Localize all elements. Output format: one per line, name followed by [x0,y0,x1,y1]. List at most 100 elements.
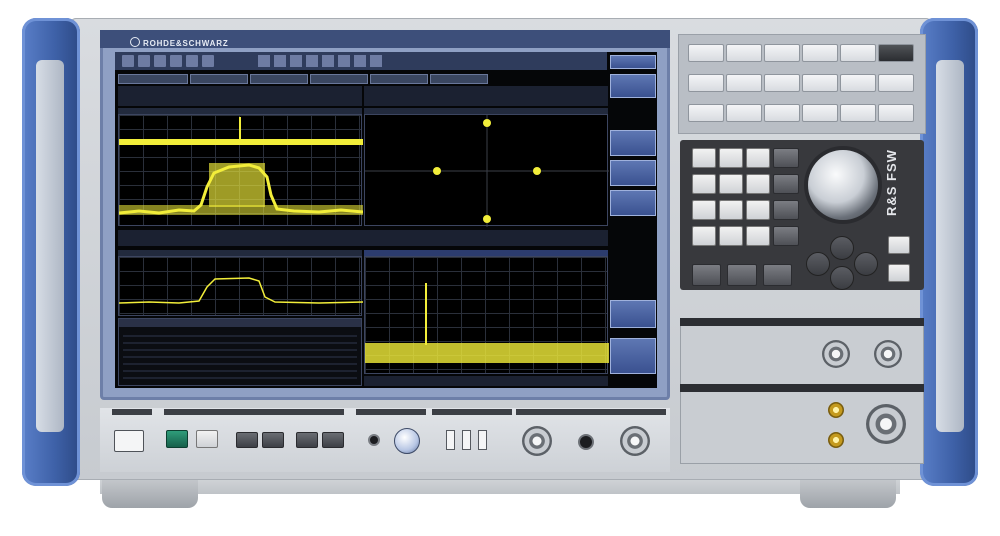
probe-connector[interactable] [578,434,594,450]
softkey[interactable] [610,160,656,186]
toolbar-icon[interactable] [322,55,334,67]
arrow-up-key[interactable] [830,236,854,260]
softkey[interactable] [610,55,656,69]
softkey[interactable] [610,130,656,156]
toolbar-icon[interactable] [202,55,214,67]
numeric-key[interactable] [692,200,716,220]
bnc-connector[interactable] [822,340,850,368]
function-key[interactable] [764,104,800,122]
channel-tab[interactable] [370,74,428,84]
channel-tab[interactable] [190,74,248,84]
enter-key[interactable] [762,264,792,286]
numeric-key[interactable] [746,226,770,246]
function-key[interactable] [726,74,762,92]
toolbar-icon[interactable] [274,55,286,67]
usb-port[interactable] [478,430,487,450]
softkey-menu[interactable] [610,338,656,374]
toolbar-icon[interactable] [306,55,318,67]
function-key[interactable] [688,44,724,62]
toolbar-icon[interactable] [370,55,382,67]
numeric-key[interactable] [746,148,770,168]
toolbar-icon[interactable] [338,55,350,67]
function-key[interactable] [688,74,724,92]
sma-connector[interactable] [828,402,844,418]
bnc-connector[interactable] [874,340,902,368]
noise-source-connector[interactable] [522,426,552,456]
numeric-key[interactable] [692,148,716,168]
channel-tab[interactable] [430,74,488,84]
toolbar-icon[interactable] [354,55,366,67]
toolbar-icon[interactable] [122,55,134,67]
arrow-down-key[interactable] [830,266,854,290]
headphone-jack[interactable] [368,434,380,446]
usb-port[interactable] [446,430,455,450]
softkey[interactable] [610,74,656,98]
function-key[interactable] [802,104,838,122]
channel-tab[interactable] [310,74,368,84]
front-button[interactable] [236,432,258,448]
function-key[interactable] [726,104,762,122]
entry-keys [692,264,792,286]
numeric-key[interactable] [719,226,743,246]
front-button[interactable] [262,432,284,448]
function-key[interactable] [840,44,876,62]
right-handle[interactable] [920,18,978,486]
side-key[interactable] [888,236,910,254]
system-button[interactable] [196,430,218,448]
numeric-key[interactable] [692,226,716,246]
function-key[interactable] [878,44,914,62]
function-key[interactable] [878,74,914,92]
function-key[interactable] [764,44,800,62]
constellation-plot[interactable] [364,114,609,227]
rf-input-connector[interactable] [866,404,906,444]
function-key[interactable] [840,74,876,92]
softkey[interactable] [610,300,656,328]
toolbar-icon[interactable] [258,55,270,67]
numeric-key[interactable] [719,148,743,168]
numeric-key[interactable] [719,174,743,194]
esc-key[interactable] [692,264,722,286]
toolbar-icon[interactable] [290,55,302,67]
preset-button[interactable] [166,430,188,448]
softkey[interactable] [610,190,656,216]
front-button[interactable] [322,432,344,448]
power-button[interactable] [114,430,144,452]
left-handle[interactable] [22,18,80,486]
spectrum-plot-2[interactable] [118,256,363,316]
front-button[interactable] [296,432,318,448]
volume-knob[interactable] [394,428,420,454]
unit-key[interactable] [773,148,799,168]
function-key[interactable] [840,104,876,122]
rotary-knob[interactable] [808,150,878,220]
arrow-left-key[interactable] [806,252,830,276]
function-key[interactable] [726,44,762,62]
unit-key[interactable] [773,200,799,220]
undo-key[interactable] [727,264,757,286]
frequency-sweep-plot[interactable] [364,256,609,374]
toolbar-icon[interactable] [154,55,166,67]
function-key[interactable] [802,44,838,62]
channel-tab[interactable] [250,74,308,84]
arrow-right-key[interactable] [854,252,878,276]
usb-port[interactable] [462,430,471,450]
function-key[interactable] [802,74,838,92]
toolbar-icon[interactable] [186,55,198,67]
noise-source-label-strip [516,409,666,415]
trigger-connector[interactable] [620,426,650,456]
numeric-key[interactable] [692,174,716,194]
unit-key[interactable] [773,174,799,194]
function-key[interactable] [764,74,800,92]
sma-connector[interactable] [828,432,844,448]
side-key[interactable] [888,264,910,282]
unit-key[interactable] [773,226,799,246]
function-key[interactable] [688,104,724,122]
channel-tab[interactable] [118,74,188,84]
connector-label-strip [680,384,924,392]
toolbar-icon[interactable] [170,55,182,67]
numeric-key[interactable] [746,174,770,194]
numeric-key[interactable] [746,200,770,220]
numeric-key[interactable] [719,200,743,220]
spectrum-plot-1[interactable] [118,114,363,226]
toolbar-icon[interactable] [138,55,150,67]
function-key[interactable] [878,104,914,122]
